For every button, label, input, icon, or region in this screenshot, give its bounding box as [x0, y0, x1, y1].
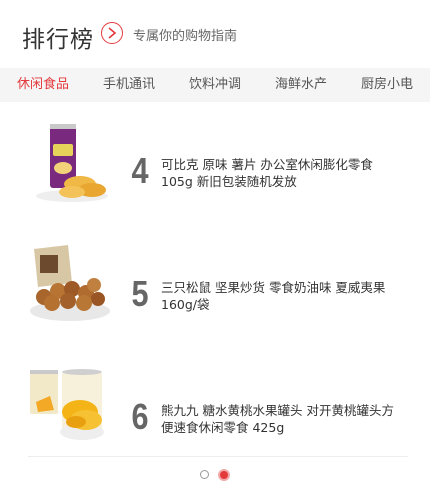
macadamia-nut-icon [30, 245, 110, 321]
rank-number: 4 [131, 150, 149, 191]
tab-mobile[interactable]: 手机通讯 [103, 68, 155, 102]
list-item[interactable]: 5 三只松鼠 坚果炒货 零食奶油味 夏威夷果160g/袋 [0, 233, 430, 338]
tab-kitchen[interactable]: 厨房小电 [361, 68, 413, 102]
chevron-right-icon [108, 27, 117, 39]
page-subtitle: 专属你的购物指南 [133, 29, 238, 44]
more-arrow-button[interactable] [101, 22, 123, 44]
chips-can-icon [36, 124, 108, 202]
list-item[interactable]: 4 可比克 原味 薯片 办公室休闲膨化零食105g 新旧包装随机发放 [0, 110, 430, 215]
page-dot-2-active[interactable] [218, 469, 230, 481]
tab-drinks[interactable]: 饮料冲调 [189, 68, 241, 102]
product-name: 可比克 原味 薯片 办公室休闲膨化零食105g 新旧包装随机发放 [161, 157, 373, 189]
list-item[interactable]: 6 熊九九 糖水黄桃水果罐头 对开黄桃罐头方便速食休闲零食 425g [0, 356, 430, 461]
page-title: 排行榜 [22, 27, 94, 53]
product-name: 三只松鼠 坚果炒货 零食奶油味 夏威夷果160g/袋 [161, 280, 386, 312]
page-dot-1[interactable] [200, 470, 209, 479]
category-tabs: 休闲食品 手机通讯 饮料冲调 海鲜水产 厨房小电 [0, 68, 430, 102]
peach-can-icon [30, 369, 104, 440]
divider [28, 456, 408, 457]
product-name: 熊九九 糖水黄桃水果罐头 对开黄桃罐头方便速食休闲零食 425g [161, 403, 394, 435]
rank-number: 5 [131, 273, 149, 314]
tab-seafood[interactable]: 海鲜水产 [275, 68, 327, 102]
ranking-header: 排行榜 专属你的购物指南 [0, 0, 430, 68]
rank-number: 6 [131, 396, 149, 437]
tab-snacks[interactable]: 休闲食品 [17, 68, 69, 102]
